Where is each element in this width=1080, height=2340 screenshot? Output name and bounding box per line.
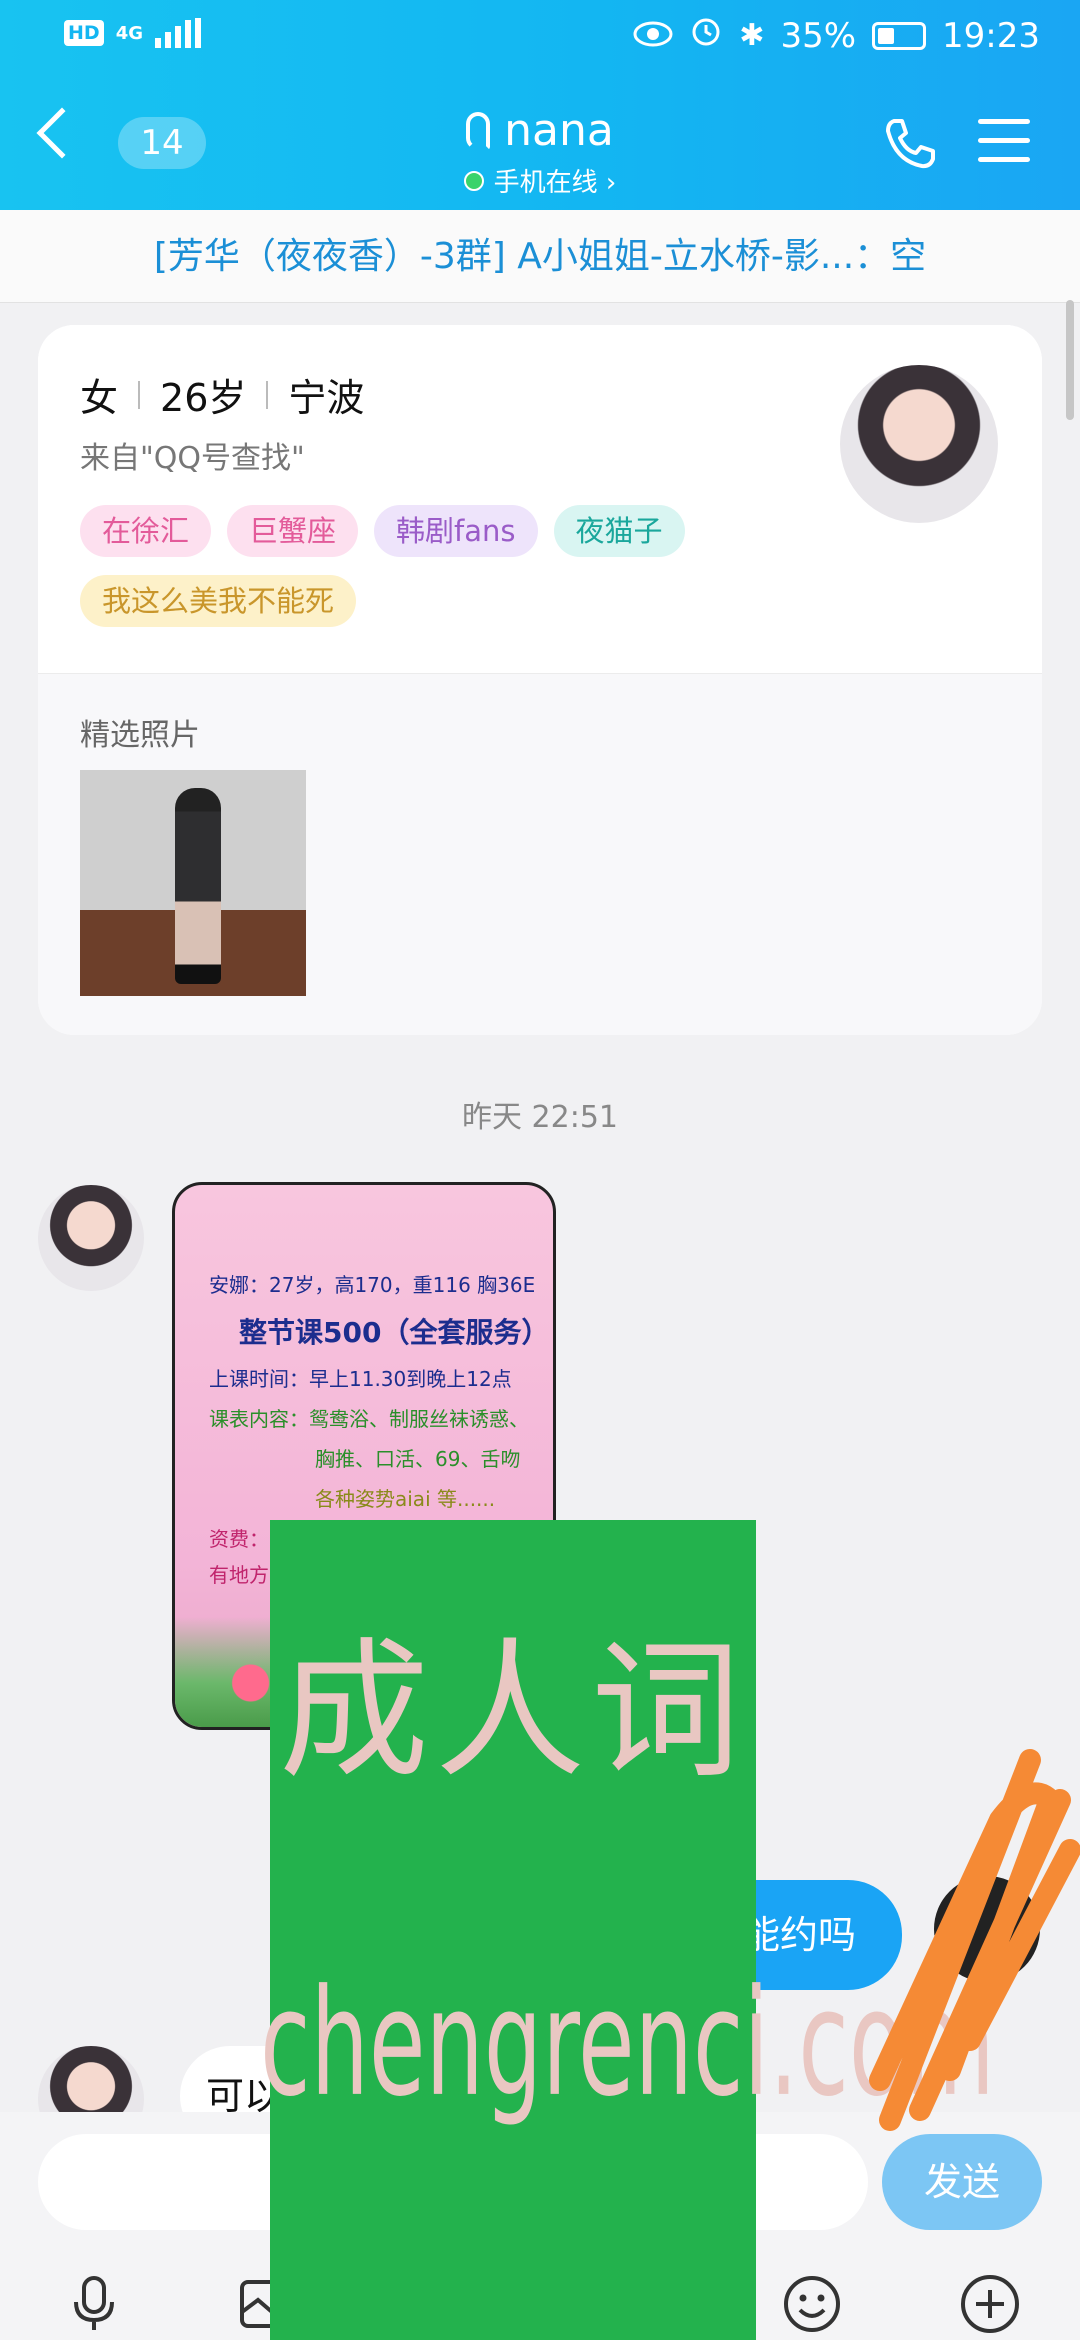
status-bar: HD 4G ✱ 35% 19:23	[0, 0, 1080, 75]
profile-source: 来自"QQ号查找"	[80, 441, 305, 476]
online-dot-icon	[463, 170, 484, 191]
chat-header: 14 nana 手机在线 ›	[0, 85, 1080, 210]
featured-photos: 精选照片	[38, 673, 1042, 1035]
contact-name: nana	[504, 105, 614, 156]
profile-basic-info: 女 26岁 宁波	[80, 367, 364, 422]
divider	[266, 380, 269, 409]
poster-text: 整节课500（全套服务）	[239, 1316, 550, 1349]
profile-gender: 女	[80, 376, 119, 420]
phone-call-icon[interactable]	[880, 113, 940, 173]
network-label: 4G	[115, 22, 143, 44]
poster-text: 课表内容：鸳鸯浴、制服丝袜诱惑、	[209, 1407, 529, 1431]
send-button[interactable]: 发送	[882, 2134, 1042, 2230]
profile-info: 女 26岁 宁波 来自"QQ号查找" 在徐汇 巨蟹座 韩剧fans 夜猫子 我这…	[38, 325, 1042, 673]
bluetooth-icon: ✱	[739, 18, 765, 53]
watermark-text-chinese: 成人词	[278, 1625, 747, 1799]
alarm-icon	[689, 14, 723, 57]
group-message-banner[interactable]: [芳华（夜夜香）-3群] A小姐姐-立水桥-影...：空	[0, 210, 1080, 303]
online-status: 手机在线 ›	[493, 168, 617, 198]
menu-icon[interactable]	[978, 119, 1030, 176]
battery-percent: 35%	[780, 15, 857, 56]
time-separator: 昨天 22:51	[462, 1100, 618, 1135]
plus-icon[interactable]	[958, 2272, 1022, 2336]
signal-icon	[155, 18, 203, 48]
poster-text: 各种姿势aiai 等......	[315, 1487, 496, 1511]
profile-tag[interactable]: 在徐汇	[80, 505, 212, 557]
clock-time: 19:23	[942, 15, 1040, 56]
poster-text: 胸推、口活、69、舌吻	[315, 1447, 521, 1471]
profile-card[interactable]: 女 26岁 宁波 来自"QQ号查找" 在徐汇 巨蟹座 韩剧fans 夜猫子 我这…	[38, 325, 1042, 1035]
divider	[138, 380, 141, 409]
battery-icon	[872, 21, 927, 50]
profile-age: 26岁	[160, 376, 247, 420]
poster-text: 资费：	[209, 1527, 269, 1551]
emoji-icon[interactable]	[780, 2272, 844, 2336]
profile-tag[interactable]: 我这么美我不能死	[80, 575, 357, 627]
profile-tag[interactable]: 巨蟹座	[227, 505, 359, 557]
poster-text: 上课时间：早上11.30到晚上12点	[209, 1367, 512, 1391]
scrollbar[interactable]	[1066, 300, 1074, 420]
watermark-text-url: chengrenci.com	[260, 1957, 995, 2130]
profile-avatar[interactable]	[840, 365, 998, 523]
featured-photos-label: 精选照片	[80, 718, 200, 753]
poster-text: 有地方	[209, 1563, 269, 1587]
microphone-icon[interactable]	[62, 2272, 126, 2336]
watermark-overlay: 成人词 chengrenci.com	[260, 1520, 995, 2340]
poster-text: 安娜：27岁，高170，重116 胸36E	[209, 1273, 536, 1297]
status-left: HD 4G	[64, 18, 203, 48]
contact-avatar[interactable]	[38, 1185, 144, 1291]
profile-tags: 在徐汇 巨蟹座 韩剧fans 夜猫子 我这么美我不能死	[80, 505, 800, 627]
status-right: ✱ 35% 19:23	[633, 14, 1040, 57]
profile-tag[interactable]: 夜猫子	[553, 505, 685, 557]
scribble-mark	[869, 1749, 1080, 2131]
profile-city: 宁波	[288, 376, 365, 420]
profile-tag[interactable]: 韩剧fans	[374, 505, 538, 557]
eye-icon	[633, 16, 673, 56]
ear-icon	[466, 111, 491, 150]
hd-badge: HD	[64, 20, 104, 46]
featured-photo[interactable]	[80, 770, 306, 996]
